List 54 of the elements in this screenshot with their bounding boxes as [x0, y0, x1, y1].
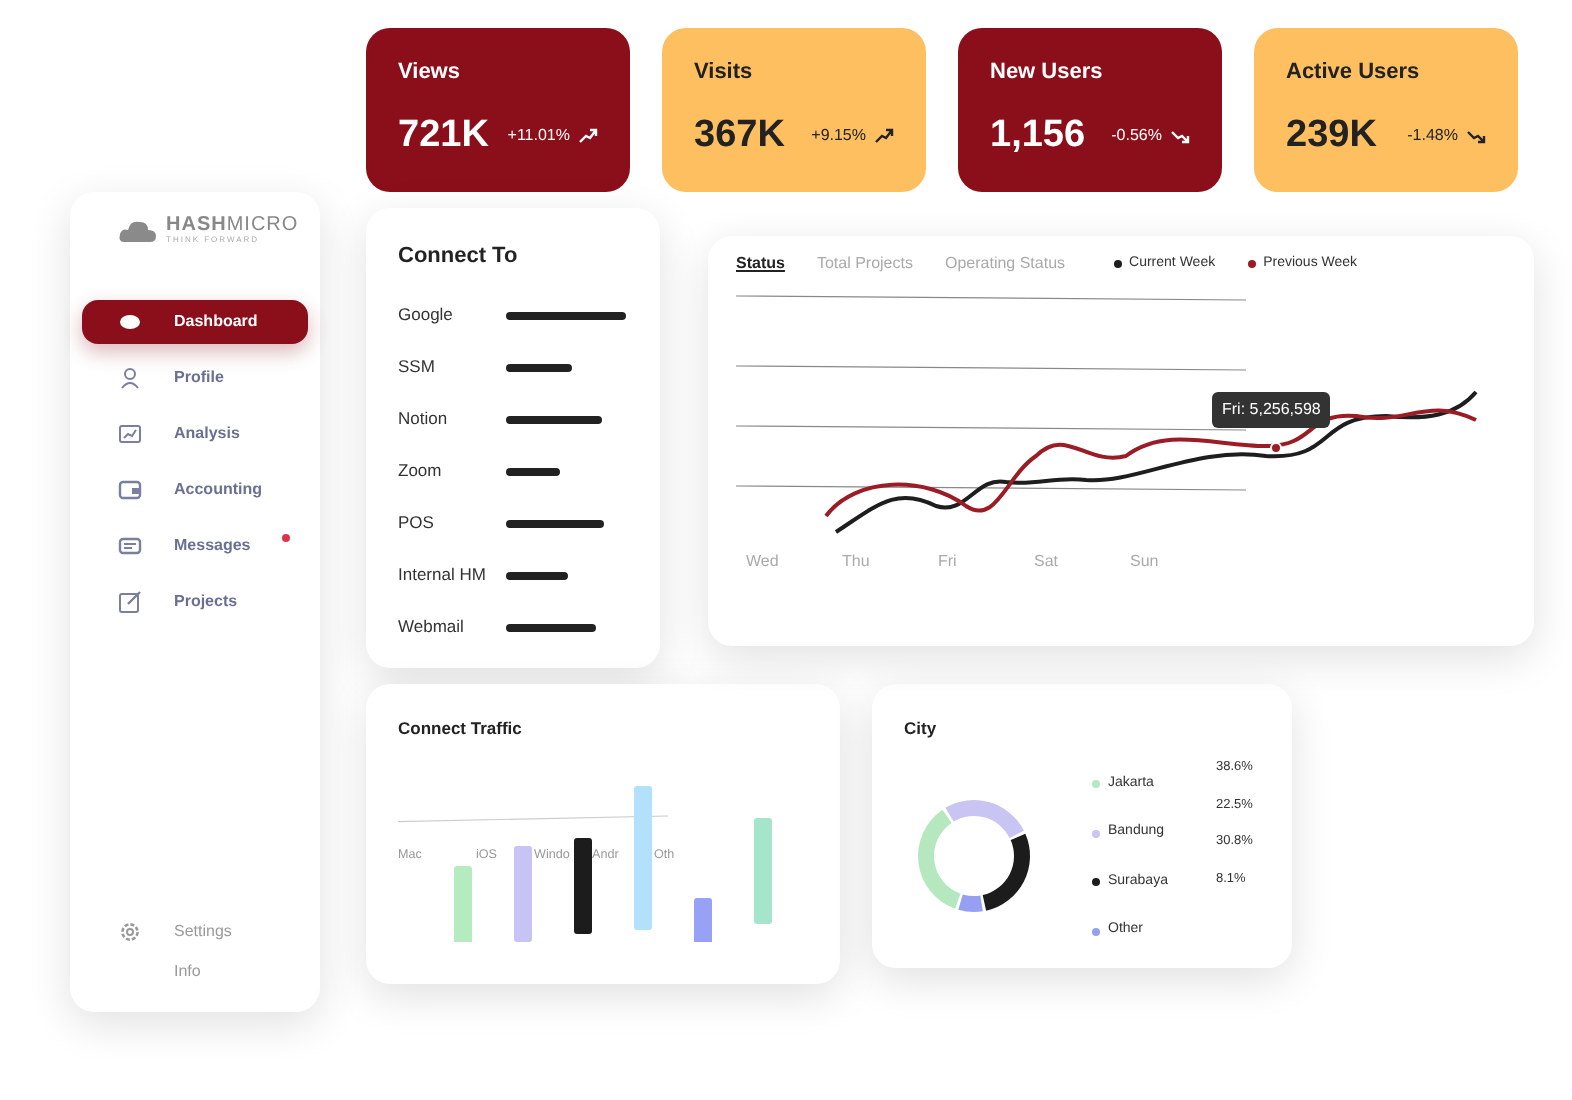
stat-title: Views: [398, 58, 462, 88]
user-icon: [118, 365, 142, 390]
usage-bar: [506, 623, 596, 631]
chart-icon: [118, 421, 142, 446]
stat-change: -1.48%: [1407, 123, 1458, 148]
day-label: Thu: [842, 552, 870, 570]
sidebar-footer-link[interactable]: Settings: [70, 920, 232, 944]
card-title: Connect To: [398, 242, 520, 272]
sidebar-item[interactable]: Accounting: [82, 467, 308, 512]
day-label: Sun: [1130, 552, 1159, 570]
card-title: City: [904, 716, 939, 742]
service-name: Internal HM: [398, 562, 488, 588]
service-name: Google: [398, 302, 455, 328]
usage-bar: [506, 311, 626, 319]
stat-value: 1,156: [990, 111, 1086, 159]
service-name: Zoom: [398, 458, 444, 484]
data-point: [1270, 442, 1282, 454]
usage-bar: [506, 571, 569, 579]
day-label: Fri: [938, 552, 957, 570]
stat-value: 367K: [694, 111, 785, 159]
day-label: Wed: [746, 552, 779, 570]
card-title: Connect Traffic: [398, 716, 524, 742]
sidebar-item[interactable]: Dashboard: [82, 299, 308, 344]
service-name: POS: [398, 510, 436, 536]
edit-icon: [118, 589, 142, 614]
logo-text: HASHMICRO: [166, 216, 299, 236]
sidebar-footer-link[interactable]: Info: [70, 960, 201, 984]
service-name: Notion: [398, 406, 450, 432]
usage-bar: [506, 363, 572, 371]
usage-bar: [506, 467, 560, 475]
settings-icon: [120, 922, 140, 942]
stat-change: -0.56%: [1111, 123, 1162, 148]
sidebar-item[interactable]: Profile: [82, 355, 308, 400]
usage-bar: [506, 519, 605, 527]
service-name: Webmail: [398, 614, 466, 640]
sidebar-item[interactable]: Messages: [82, 523, 308, 568]
stat-value: 721K: [398, 111, 489, 159]
wallet-icon: [118, 477, 142, 502]
stat-title: Visits: [694, 58, 755, 88]
sidebar-item[interactable]: Analysis: [82, 411, 308, 456]
cloud-logo-icon: [118, 216, 158, 245]
stat-change: +11.01%: [507, 123, 570, 148]
sidebar-item[interactable]: Projects: [82, 579, 308, 624]
message-icon: [118, 533, 142, 558]
stat-change: +9.15%: [811, 123, 866, 148]
day-label: Sat: [1034, 552, 1059, 570]
chart-tab[interactable]: Status: [736, 252, 785, 276]
stat-title: New Users: [990, 58, 1105, 88]
chart-tooltip: Fri: 5,256,598: [1212, 392, 1331, 428]
stat-title: Active Users: [1286, 58, 1422, 88]
bubble-icon: [118, 309, 142, 334]
usage-bar: [506, 415, 602, 423]
service-name: SSM: [398, 354, 437, 380]
stat-value: 239K: [1286, 111, 1377, 159]
